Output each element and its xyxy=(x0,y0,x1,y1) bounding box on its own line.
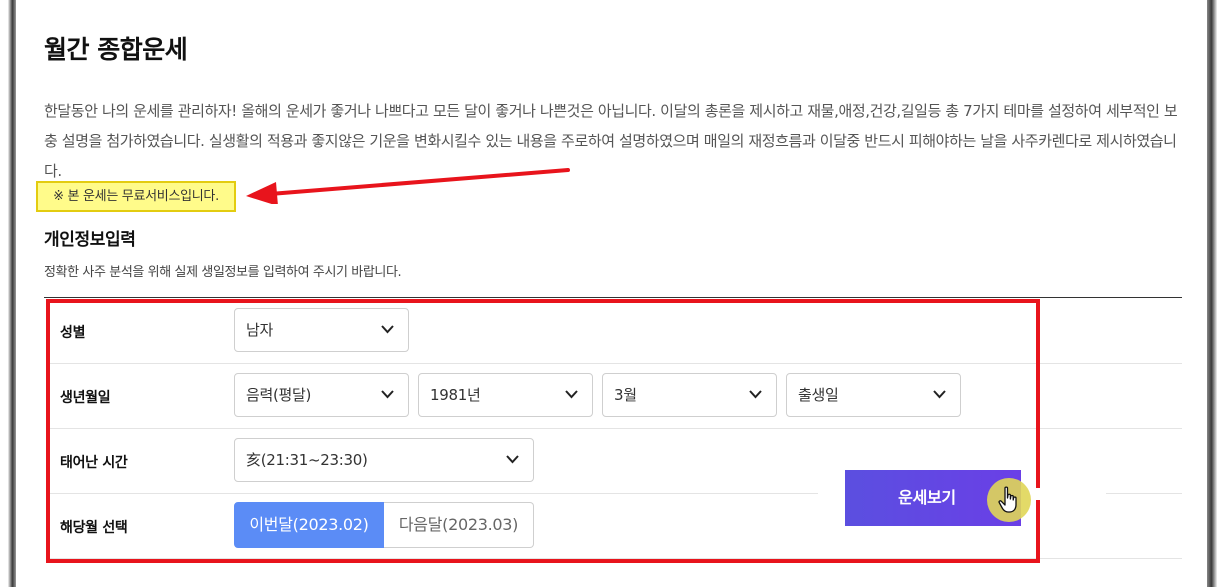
section-subtitle: 정확한 사주 분석을 위해 실제 생일정보를 입력하여 주시기 바랍니다. xyxy=(44,265,402,280)
page-description: 한달동안 나의 운세를 관리하자! 올해의 운세가 좋거나 나쁘다고 모든 달이… xyxy=(44,102,1178,180)
window-edge-left xyxy=(8,0,16,587)
form-divider xyxy=(44,297,1182,298)
section-title: 개인정보입력 xyxy=(44,230,136,250)
free-service-note: ※ 본 운세는 무료서비스입니다. xyxy=(36,181,236,212)
hand-pointer-icon xyxy=(998,486,1017,513)
annotation-arrow-icon xyxy=(246,168,570,204)
window-edge-right xyxy=(1207,0,1217,587)
page-title: 월간 종합운세 xyxy=(44,35,188,64)
